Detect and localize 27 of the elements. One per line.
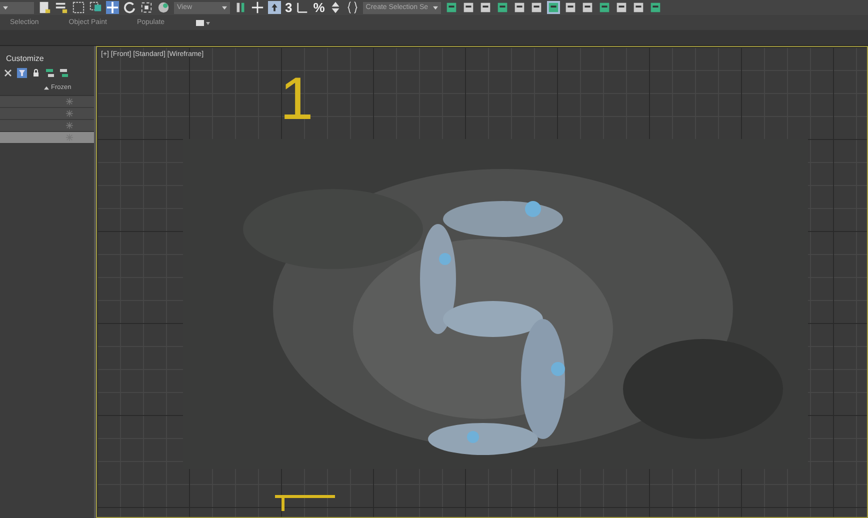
hierarchy-icon[interactable] [45, 68, 55, 78]
scale-icon[interactable] [140, 1, 153, 14]
caret-icon [432, 6, 438, 10]
spline-drawing [275, 495, 335, 511]
percent-snap-toggle[interactable]: % [313, 1, 325, 14]
brace-icon[interactable] [346, 1, 359, 14]
selection-region-icon[interactable] [72, 1, 85, 14]
caret-icon [3, 6, 8, 10]
document-icon[interactable] [38, 1, 51, 14]
move-icon[interactable] [106, 1, 119, 14]
explorer-row[interactable] [0, 132, 94, 144]
panel-title: Customize [5, 53, 45, 65]
close-icon[interactable] [3, 68, 13, 78]
hierarchy-icon[interactable] [59, 68, 69, 78]
snap-toggle[interactable]: 3 [285, 1, 292, 14]
dropdown-icon[interactable] [194, 18, 211, 26]
crosshair-icon[interactable] [251, 1, 264, 14]
list-icon[interactable] [55, 1, 68, 14]
sort-icon [44, 86, 49, 90]
rotate-icon[interactable] [123, 1, 136, 14]
filter-icon[interactable] [17, 68, 27, 78]
spline-text: 1 [280, 69, 314, 129]
window-crossing-icon[interactable] [89, 1, 102, 14]
angle-snap-icon[interactable] [296, 1, 310, 14]
lock-icon[interactable] [31, 68, 41, 78]
caret-icon [222, 6, 227, 10]
sphere-icon[interactable] [157, 1, 170, 14]
